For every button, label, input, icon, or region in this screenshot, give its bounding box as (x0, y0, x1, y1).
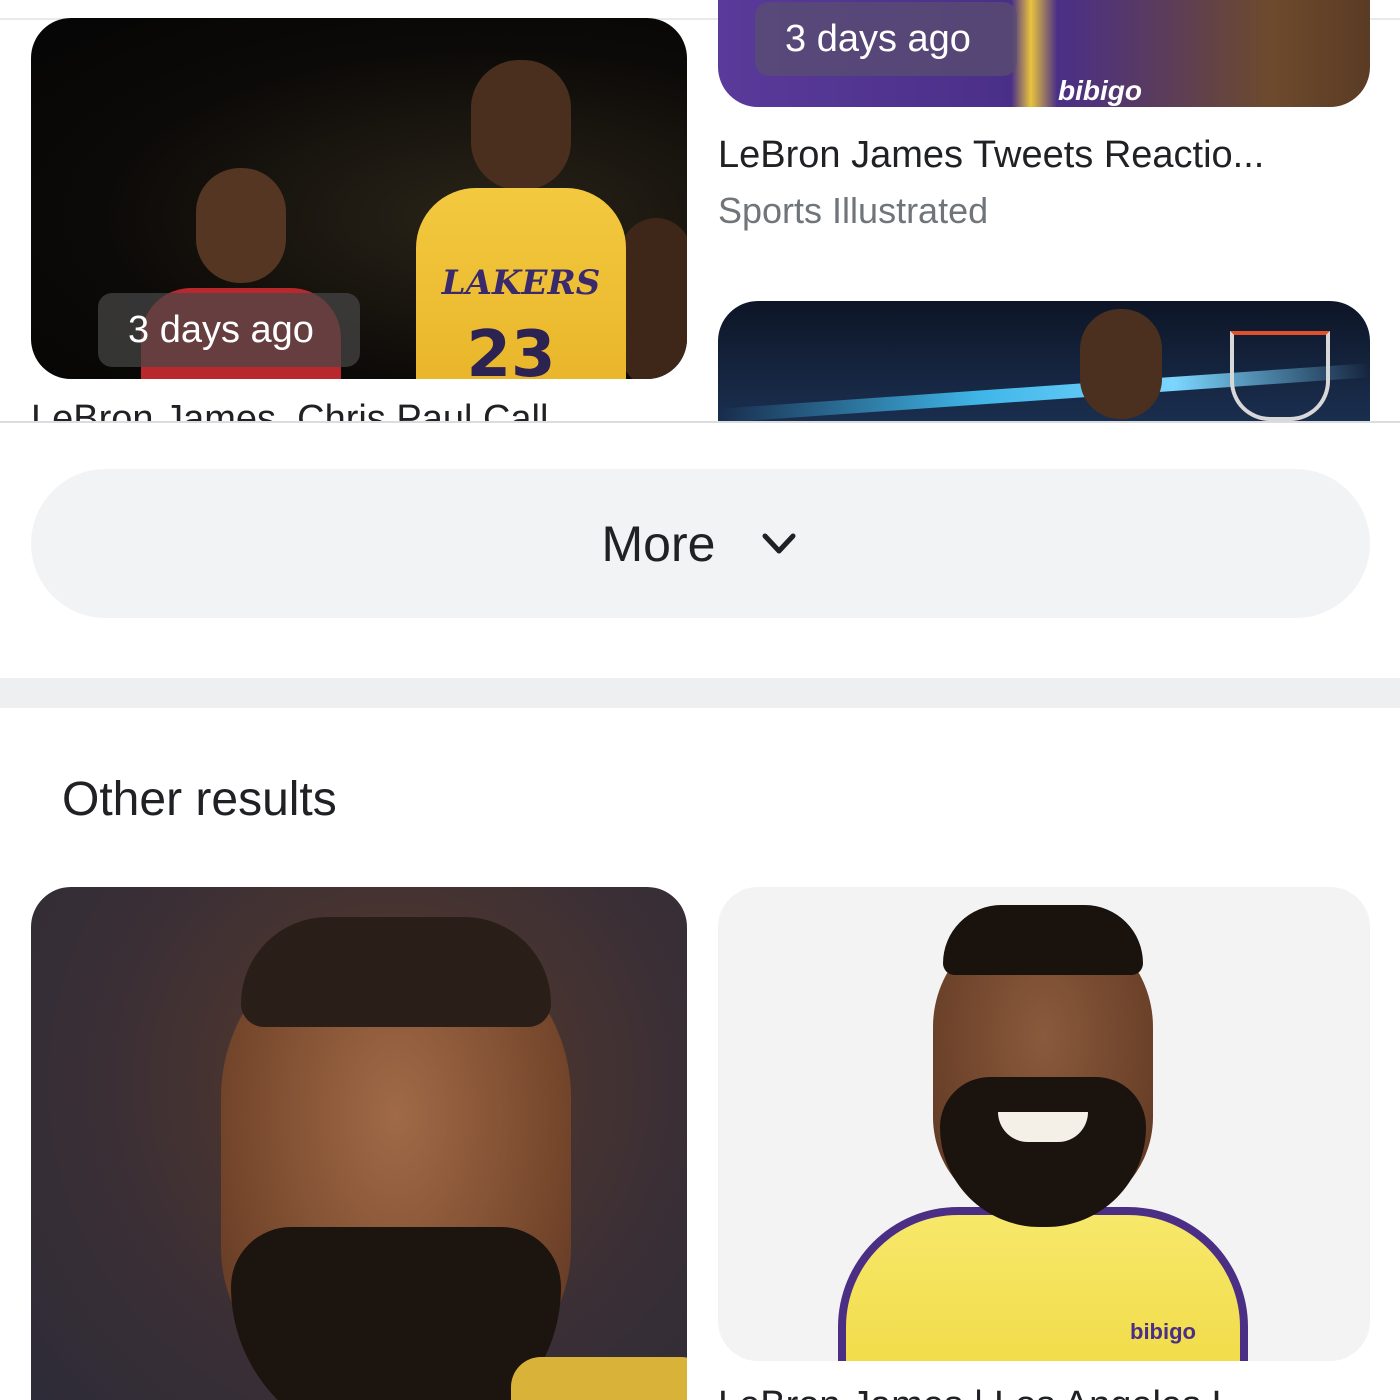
player-figure (196, 168, 286, 283)
news-card-source: Sports Illustrated (718, 190, 989, 231)
chevron-down-icon (762, 533, 796, 553)
section-divider (0, 421, 1400, 423)
section-title: Other results (62, 773, 337, 826)
result-image-right[interactable]: bibigo (718, 887, 1370, 1361)
news-card-image-left[interactable]: LAKERS 23 3 days ago (31, 18, 687, 379)
player-beard (231, 1227, 561, 1400)
player-hair (241, 917, 551, 1027)
player-figure (471, 60, 571, 190)
news-card-image-right-top[interactable]: 3 days ago bibigo (718, 0, 1370, 107)
news-card-title[interactable]: LeBron James Tweets Reactio... (718, 134, 1378, 177)
top-stories-grid: LAKERS 23 3 days ago 3 days ago bibigo L… (0, 0, 1400, 422)
player-beard (940, 1077, 1146, 1227)
player-jersey (511, 1357, 687, 1400)
more-button-label: More (601, 515, 716, 572)
player-figure (1080, 309, 1162, 419)
player-hair (943, 905, 1143, 975)
jersey-number: 23 (466, 318, 556, 379)
jersey-team-text: LAKERS (441, 263, 601, 303)
jersey-sponsor-text: bibigo (1130, 1319, 1196, 1344)
result-caption[interactable]: LeBron James | Los Angeles L (718, 1384, 1233, 1400)
player-figure (621, 218, 687, 379)
news-card-image-right-bottom[interactable] (718, 301, 1370, 422)
timestamp-badge: 3 days ago (755, 2, 1017, 76)
section-separator (0, 678, 1400, 708)
jersey-sponsor-text: bibigo (1058, 75, 1142, 106)
news-card-title[interactable]: LeBron James, Chris Paul Call (31, 398, 548, 422)
basketball-hoop (1230, 331, 1330, 421)
more-button[interactable]: More (31, 469, 1370, 618)
result-image-left[interactable] (31, 887, 687, 1400)
timestamp-badge: 3 days ago (98, 293, 360, 367)
